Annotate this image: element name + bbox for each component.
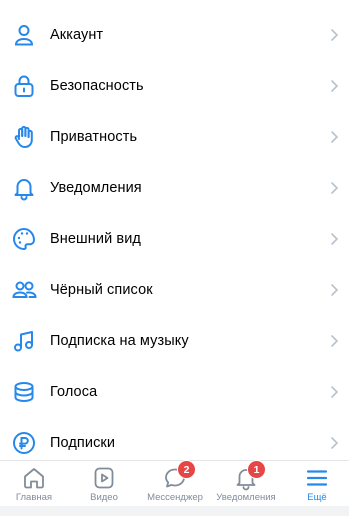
menu-item-account[interactable]: Аккаунт xyxy=(0,9,349,60)
tab-video[interactable]: Видео xyxy=(70,461,138,507)
menu-item-blacklist[interactable]: Чёрный список xyxy=(0,264,349,315)
ruble-icon xyxy=(11,430,37,456)
tab-notifications[interactable]: 1 Уведомления xyxy=(212,460,280,507)
menu-item-votes[interactable]: Голоса xyxy=(0,366,349,417)
chevron-right-icon xyxy=(331,181,339,194)
menu-item-label: Безопасность xyxy=(50,77,144,94)
tab-label: Видео xyxy=(90,492,118,503)
bottom-tab-bar: Главная Видео 2 Мессенджер 1 Уведомления xyxy=(0,460,349,507)
menu-item-security[interactable]: Безопасность xyxy=(0,60,349,111)
menu-item-label: Подписка на музыку xyxy=(50,332,189,349)
menu-item-label: Подписки xyxy=(50,434,116,451)
menu-item-label: Аккаунт xyxy=(50,26,104,43)
menu-item-notifications[interactable]: Уведомления xyxy=(0,162,349,213)
menu-item-label: Чёрный список xyxy=(50,281,153,298)
home-icon xyxy=(21,465,47,491)
chevron-right-icon xyxy=(331,436,339,449)
menu-item-label: Приватность xyxy=(50,128,138,145)
lock-icon xyxy=(11,73,37,99)
unread-badge: 2 xyxy=(177,460,196,479)
tab-messenger[interactable]: 2 Мессенджер xyxy=(141,460,209,507)
chevron-right-icon xyxy=(331,283,339,296)
tab-more[interactable]: Ещё xyxy=(283,461,349,507)
user-icon xyxy=(11,22,37,48)
menu-item-label: Внешний вид xyxy=(50,230,141,247)
tab-home[interactable]: Главная xyxy=(0,461,68,507)
menu-item-appearance[interactable]: Внешний вид xyxy=(0,213,349,264)
palette-icon xyxy=(11,226,37,252)
tab-label: Мессенджер xyxy=(147,492,203,503)
menu-item-music-subscription[interactable]: Подписка на музыку xyxy=(0,315,349,366)
bottom-spacer xyxy=(0,506,349,516)
coins-stack-icon xyxy=(11,379,37,405)
music-note-icon xyxy=(11,328,37,354)
users-icon xyxy=(11,277,37,303)
chevron-right-icon xyxy=(331,130,339,143)
menu-item-label: Голоса xyxy=(50,383,98,400)
chevron-right-icon xyxy=(331,232,339,245)
chevron-right-icon xyxy=(331,28,339,41)
menu-item-privacy[interactable]: Приватность xyxy=(0,111,349,162)
chevron-right-icon xyxy=(331,334,339,347)
menu-icon xyxy=(304,465,330,491)
tab-label: Уведомления xyxy=(216,492,276,503)
video-icon xyxy=(91,465,117,491)
hand-icon xyxy=(11,124,37,150)
tab-label: Главная xyxy=(15,492,53,503)
chevron-right-icon xyxy=(331,79,339,92)
bell-icon xyxy=(11,175,37,201)
menu-item-label: Уведомления xyxy=(50,179,142,196)
notifications-badge: 1 xyxy=(247,460,266,479)
tab-label: Ещё xyxy=(307,492,327,503)
chevron-right-icon xyxy=(331,385,339,398)
